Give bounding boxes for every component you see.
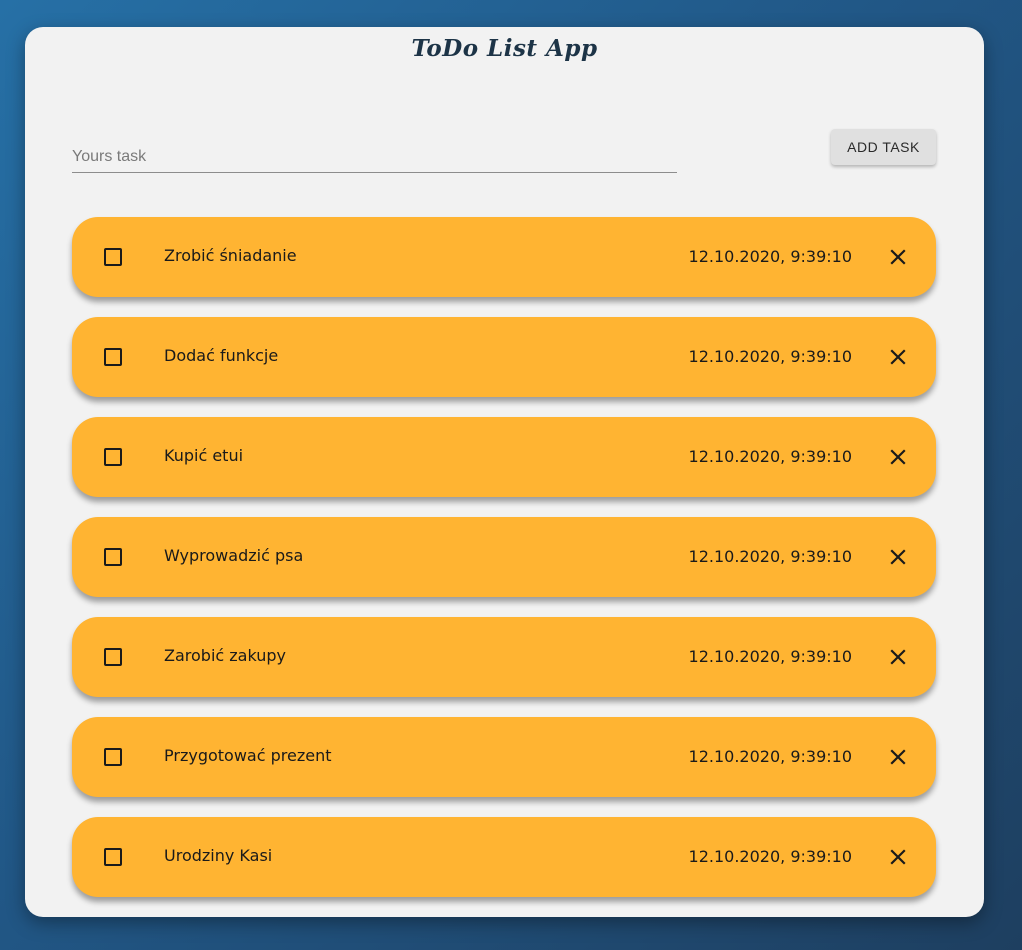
task-text: Przygotować prezent [164,746,332,765]
task-date: 12.10.2020, 9:39:10 [688,847,852,866]
task-item: Dodać funkcje 12.10.2020, 9:39:10 [72,317,936,397]
task-list: Zrobić śniadanie 12.10.2020, 9:39:10 Dod… [72,217,936,917]
close-icon[interactable] [884,443,912,471]
task-item: Zrobić śniadanie 12.10.2020, 9:39:10 [72,217,936,297]
task-item: Wyprowadzić psa 12.10.2020, 9:39:10 [72,517,936,597]
task-input[interactable] [72,148,677,166]
task-date: 12.10.2020, 9:39:10 [688,347,852,366]
checkbox-icon[interactable] [104,348,122,366]
task-input-field [72,136,677,173]
todo-card: ToDo List App ADD TASK Zrobić śniadanie … [25,27,984,917]
task-text: Wyprowadzić psa [164,546,304,565]
close-icon[interactable] [884,643,912,671]
task-date: 12.10.2020, 9:39:10 [688,547,852,566]
app-title: ToDo List App [411,35,598,62]
close-icon[interactable] [884,543,912,571]
task-text: Kupić etui [164,446,244,465]
close-icon[interactable] [884,843,912,871]
task-text: Dodać funkcje [164,346,279,365]
task-item: Przygotować prezent 12.10.2020, 9:39:10 [72,717,936,797]
task-item: Kupić etui 12.10.2020, 9:39:10 [72,417,936,497]
task-item: Zarobić zakupy 12.10.2020, 9:39:10 [72,617,936,697]
close-icon[interactable] [884,343,912,371]
close-icon[interactable] [884,243,912,271]
task-text: Urodziny Kasi [164,846,273,865]
close-icon[interactable] [884,743,912,771]
task-date: 12.10.2020, 9:39:10 [688,247,852,266]
task-text: Zrobić śniadanie [164,246,297,265]
checkbox-icon[interactable] [104,448,122,466]
checkbox-icon[interactable] [104,748,122,766]
task-text: Zarobić zakupy [164,646,287,665]
task-date: 12.10.2020, 9:39:10 [688,647,852,666]
add-task-button[interactable]: ADD TASK [831,129,936,165]
task-item: Urodziny Kasi 12.10.2020, 9:39:10 [72,817,936,897]
checkbox-icon[interactable] [104,648,122,666]
checkbox-icon[interactable] [104,248,122,266]
task-date: 12.10.2020, 9:39:10 [688,447,852,466]
task-date: 12.10.2020, 9:39:10 [688,747,852,766]
checkbox-icon[interactable] [104,848,122,866]
checkbox-icon[interactable] [104,548,122,566]
